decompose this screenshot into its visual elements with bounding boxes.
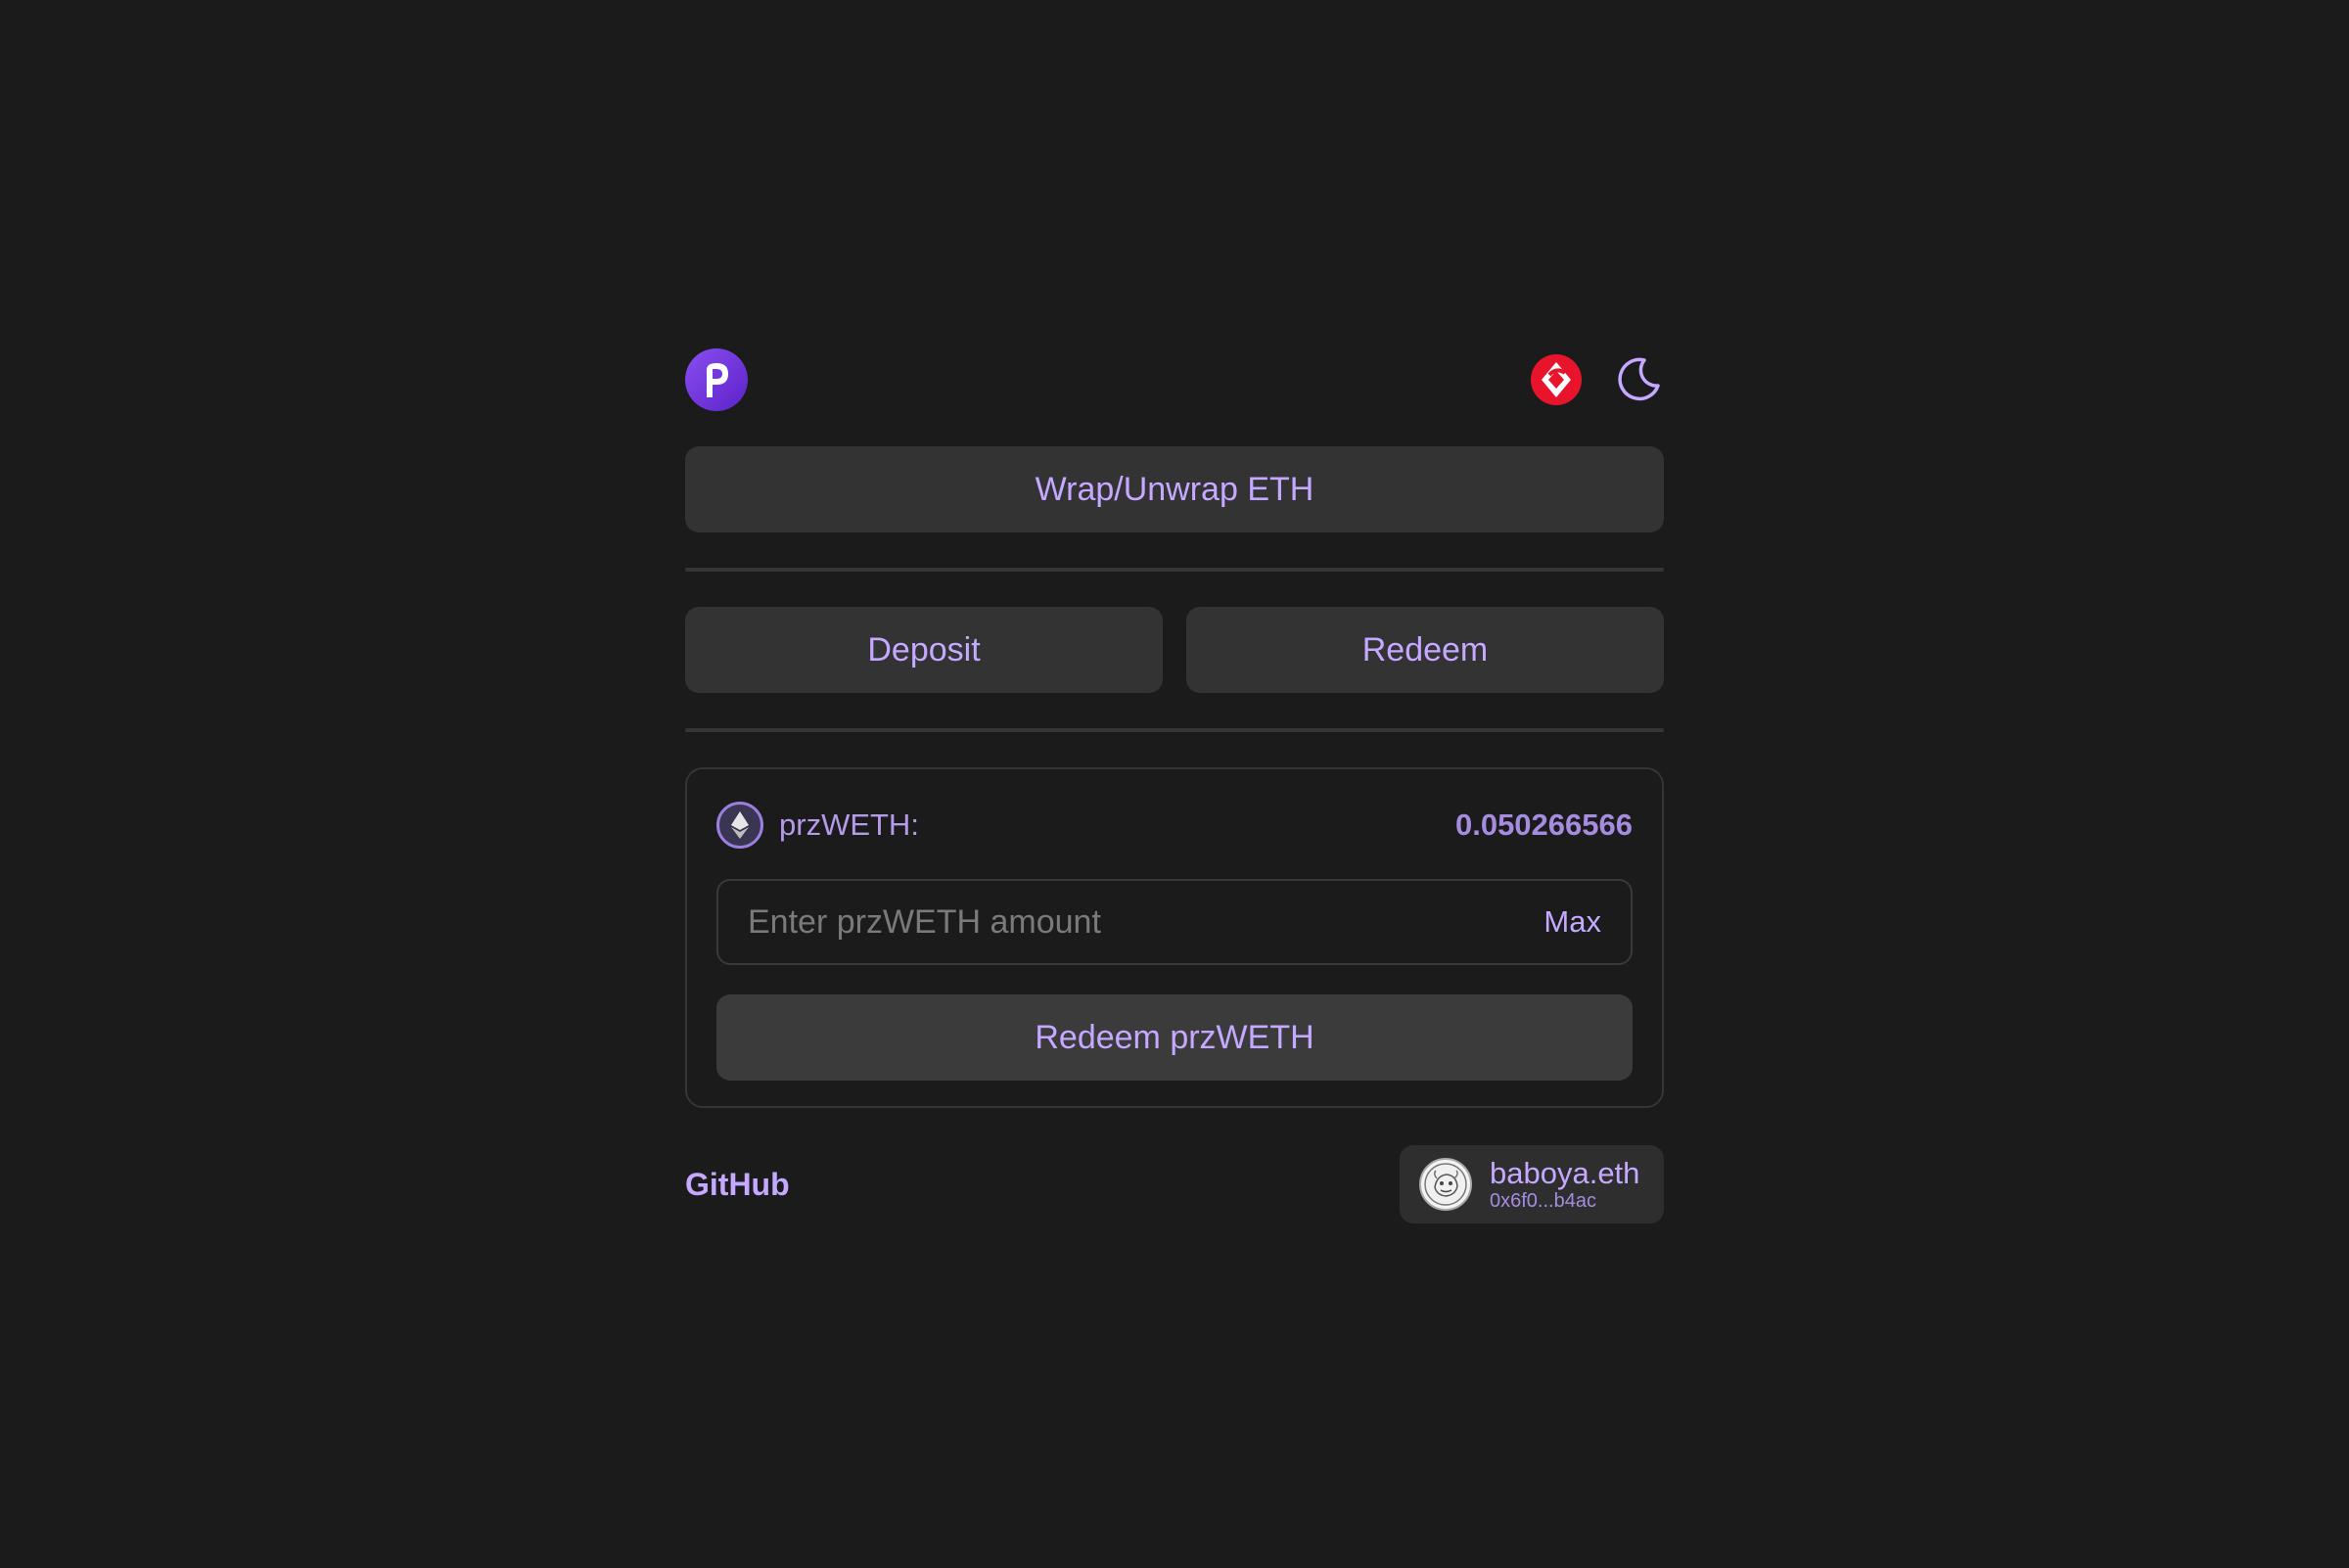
- amount-field: Max: [716, 879, 1633, 965]
- footer: GitHub baboya.eth 0x6f0...b4ac: [685, 1145, 1664, 1223]
- account-text: baboya.eth 0x6f0...b4ac: [1490, 1156, 1640, 1213]
- moon-icon[interactable]: [1613, 354, 1664, 405]
- wrap-unwrap-button[interactable]: Wrap/Unwrap ETH: [685, 446, 1664, 532]
- avatar: [1419, 1158, 1472, 1211]
- account-address: 0x6f0...b4ac: [1490, 1190, 1596, 1212]
- account-button[interactable]: baboya.eth 0x6f0...b4ac: [1400, 1145, 1664, 1223]
- balance-row: przWETH: 0.050266566: [716, 799, 1633, 852]
- github-link[interactable]: GitHub: [685, 1167, 790, 1203]
- tab-deposit[interactable]: Deposit: [685, 607, 1163, 693]
- amount-input[interactable]: [748, 902, 1492, 942]
- max-button[interactable]: Max: [1543, 904, 1601, 940]
- app-logo-icon[interactable]: [685, 348, 748, 411]
- app-container: Wrap/Unwrap ETH Deposit Redeem przWETH: …: [685, 348, 1664, 1223]
- ethereum-icon: [716, 802, 763, 849]
- token-label: przWETH:: [779, 807, 919, 842]
- token-balance: 0.050266566: [1454, 807, 1633, 842]
- divider: [685, 568, 1664, 572]
- token-info: przWETH:: [716, 802, 919, 849]
- redeem-panel: przWETH: 0.050266566 Max Redeem przWETH: [685, 767, 1664, 1108]
- network-switch-icon[interactable]: [1529, 352, 1584, 407]
- top-bar: [685, 348, 1664, 411]
- top-right-controls: [1529, 352, 1664, 407]
- tab-redeem[interactable]: Redeem: [1186, 607, 1664, 693]
- account-name: baboya.eth: [1490, 1156, 1640, 1190]
- mode-tabs: Deposit Redeem: [685, 607, 1664, 693]
- redeem-przweth-button[interactable]: Redeem przWETH: [716, 994, 1633, 1081]
- divider: [685, 728, 1664, 732]
